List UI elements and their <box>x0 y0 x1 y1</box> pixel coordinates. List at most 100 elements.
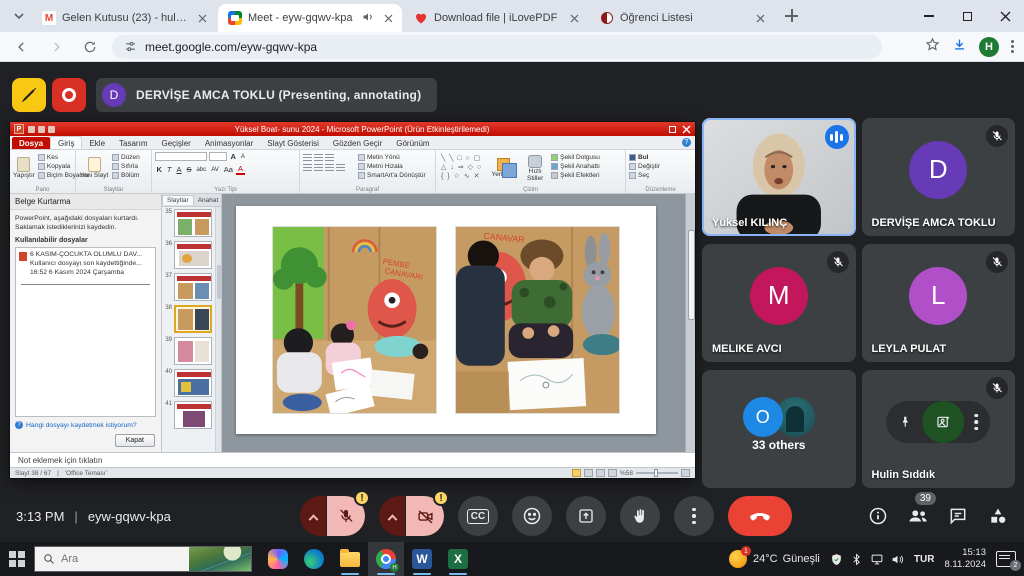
ppt-tab-dosya[interactable]: Dosya <box>12 137 50 149</box>
close-window-button[interactable] <box>986 0 1024 32</box>
recording-indicator-button[interactable] <box>52 78 86 112</box>
editor-scrollbar[interactable] <box>685 194 695 452</box>
close-tab-icon[interactable] <box>566 10 582 26</box>
ppt-tab-gecisler[interactable]: Geçişler <box>154 137 197 149</box>
network-icon[interactable] <box>870 553 884 566</box>
participant-tile-dervise[interactable]: D DERVİŞE AMCA TOKLU <box>862 118 1016 236</box>
notification-center-icon[interactable]: 2 <box>996 551 1016 567</box>
taskbar-clock[interactable]: 15:138.11.2024 <box>944 547 986 571</box>
tab-search-button[interactable] <box>6 3 32 29</box>
bookmark-star-icon[interactable] <box>925 37 940 57</box>
ppt-tab-animasyonlar[interactable]: Animasyonlar <box>198 137 260 149</box>
paste-button[interactable]: Yapıştır <box>13 152 35 185</box>
participant-tile-hulin[interactable]: Hulin Sıddık <box>862 370 1016 488</box>
download-icon[interactable] <box>952 37 967 57</box>
italic-button[interactable]: T <box>165 165 173 174</box>
smartart-button[interactable]: SmartArt'a Dönüştür <box>358 172 426 179</box>
taskbar-excel-icon[interactable]: X <box>440 542 476 576</box>
tab-meet[interactable]: Meet - eyw-gqwv-kpa <box>218 4 402 32</box>
pin-icon[interactable] <box>899 415 913 429</box>
quick-styles-button[interactable]: Hızlı Stiller <box>522 152 548 185</box>
reading-view-button[interactable] <box>596 469 605 477</box>
shapes-gallery[interactable]: ╲ ╲ □ ○ ▢ △ ↓ ⇒ ◇ ○ { } ☆ ∿ ✕ <box>439 152 484 185</box>
meeting-details-button[interactable] <box>866 504 890 528</box>
slides-tab[interactable]: Slaytlar <box>162 195 194 205</box>
more-options-icon[interactable] <box>975 414 979 431</box>
ppt-help-icon[interactable]: ? <box>682 138 691 147</box>
slide-thumbnail[interactable]: 35 <box>163 209 220 237</box>
strikethrough-button[interactable]: S <box>185 165 193 174</box>
close-tab-icon[interactable] <box>380 10 396 26</box>
slide-thumbnail[interactable]: 37 <box>163 273 220 301</box>
ppt-close-button[interactable] <box>682 125 691 134</box>
captions-button[interactable]: CC <box>458 496 498 536</box>
taskbar-weather[interactable]: 1 24°CGüneşli <box>729 550 820 568</box>
slide-thumbnail[interactable]: 36 <box>163 241 220 269</box>
ppt-tab-tasarim[interactable]: Tasarım <box>112 137 154 149</box>
participant-tile-melike[interactable]: M MELIKE AVCI <box>702 244 856 362</box>
underline-button[interactable]: A <box>175 165 183 174</box>
reactions-button[interactable] <box>512 496 552 536</box>
thumbnails-scrollbar[interactable] <box>215 207 221 452</box>
close-tab-icon[interactable] <box>752 10 768 26</box>
recovery-help-link[interactable]: ? Hangi dosyayı kaydetmek istiyorum? <box>10 417 161 431</box>
tab-ogrenci-listesi[interactable]: Öğrenci Listesi <box>590 4 774 32</box>
tab-gmail[interactable]: M Gelen Kutusu (23) - hulin.siddik <box>32 4 216 32</box>
text-direction-button[interactable]: Metin Yönü <box>358 154 426 161</box>
shape-outline-button[interactable]: Şekil Anahattı <box>551 163 600 170</box>
taskbar-copilot-icon[interactable] <box>260 542 296 576</box>
slideshow-view-button[interactable] <box>608 469 617 477</box>
shape-fill-button[interactable]: Şekil Dolgusu <box>551 154 600 161</box>
participant-tile-others[interactable]: O 33 others <box>702 370 856 488</box>
align-center-icon[interactable] <box>314 164 323 172</box>
tab-audio-icon[interactable] <box>362 11 374 26</box>
participant-tile-yuksel[interactable]: Yüksel KILINÇ <box>702 118 856 236</box>
end-call-button[interactable] <box>728 496 792 536</box>
zoom-slider[interactable] <box>636 472 678 474</box>
current-slide[interactable]: PEMBE CANAVARI <box>236 206 656 434</box>
activities-button[interactable] <box>986 504 1010 528</box>
font-color-button[interactable]: A <box>236 165 244 175</box>
keyboard-language[interactable]: TUR <box>914 554 935 565</box>
slide-thumbnail[interactable]: 41 <box>163 401 220 429</box>
url-text[interactable]: meet.google.com/eyw-gqwv-kpa <box>145 40 317 54</box>
chat-button[interactable] <box>946 504 970 528</box>
raise-hand-button[interactable] <box>620 496 660 536</box>
arrange-button[interactable]: Yerleştir <box>487 152 519 185</box>
sorter-view-button[interactable] <box>584 469 593 477</box>
justify-icon[interactable] <box>336 164 345 172</box>
slide-thumbnail[interactable]: 39 <box>163 337 220 365</box>
shrink-font-button[interactable]: A <box>239 154 246 160</box>
camera-options-chevron[interactable] <box>379 496 405 536</box>
ppt-maximize-button[interactable] <box>669 126 676 133</box>
taskbar-word-icon[interactable]: W <box>404 542 440 576</box>
ppt-tab-giris[interactable]: Giriş <box>50 136 82 149</box>
new-slide-button[interactable]: Yeni Slayt <box>79 152 109 185</box>
taskbar-search[interactable] <box>34 546 252 572</box>
back-button[interactable] <box>10 35 34 59</box>
taskbar-chrome-icon[interactable]: H <box>368 542 404 576</box>
layout-button[interactable]: Düzen <box>112 154 140 161</box>
browser-menu-icon[interactable] <box>1011 40 1014 53</box>
recovery-close-button[interactable]: Kapat <box>115 434 155 447</box>
address-bar[interactable]: meet.google.com/eyw-gqwv-kpa <box>112 35 882 59</box>
font-size-combobox[interactable] <box>209 152 227 161</box>
mic-options-chevron[interactable] <box>300 496 326 536</box>
people-button[interactable]: 39 <box>906 504 930 528</box>
forward-button[interactable] <box>44 35 68 59</box>
more-options-button[interactable] <box>674 496 714 536</box>
minimize-button[interactable] <box>910 0 948 32</box>
taskbar-edge-icon[interactable] <box>296 542 332 576</box>
reload-button[interactable] <box>78 35 102 59</box>
start-button[interactable] <box>0 542 34 576</box>
shadow-button[interactable]: abc <box>195 167 208 173</box>
reset-button[interactable]: Sıfırla <box>112 163 140 170</box>
new-tab-button[interactable] <box>780 4 804 28</box>
replace-button[interactable]: Değiştir <box>629 163 660 170</box>
fit-to-window-button[interactable] <box>681 469 690 477</box>
bluetooth-icon[interactable] <box>850 553 863 566</box>
close-tab-icon[interactable] <box>194 10 210 26</box>
notes-pane[interactable]: Not eklemek için tıklatın <box>10 452 695 467</box>
taskbar-explorer-icon[interactable] <box>332 542 368 576</box>
spacing-button[interactable]: AV <box>210 167 221 173</box>
